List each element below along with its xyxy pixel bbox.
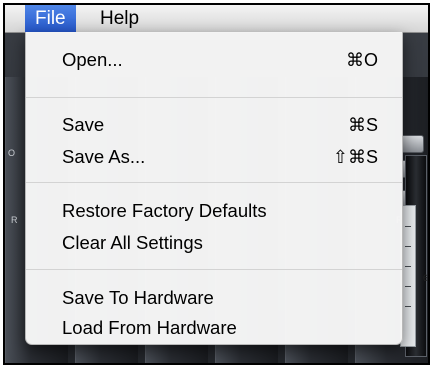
channel-letter: O	[8, 148, 16, 158]
menu-item-load-from-hardware[interactable]: Load From Hardware	[26, 312, 402, 344]
menu-item-open[interactable]: Open... ⌘O	[26, 44, 402, 76]
menu-bar: File Help	[5, 5, 428, 33]
menu-item-label: Save To Hardware	[62, 287, 214, 308]
menu-help[interactable]: Help	[90, 5, 149, 32]
menu-file[interactable]: File	[25, 5, 76, 32]
ruler-tick	[405, 246, 411, 247]
menu-separator	[26, 182, 402, 183]
channel-letter: R	[11, 215, 18, 225]
file-dropdown-menu: Open... ⌘O Save ⌘S Save As... ⇧⌘S Restor…	[25, 32, 403, 345]
ruler-tick	[405, 306, 411, 307]
menu-item-label: Load From Hardware	[62, 317, 237, 338]
menu-item-label: Restore Factory Defaults	[62, 200, 267, 221]
menu-item-clear-settings[interactable]: Clear All Settings	[26, 227, 402, 259]
screenshot-frame: O R R L 6 File Help Open... ⌘O Save ⌘S	[3, 3, 430, 365]
menu-item-label: Save	[62, 114, 105, 135]
menu-item-label: Save As...	[62, 146, 146, 167]
menu-separator	[26, 269, 402, 270]
ruler-tick	[405, 286, 411, 287]
menu-item-label: Open...	[62, 49, 123, 70]
menu-item-save[interactable]: Save ⌘S	[26, 109, 402, 141]
menu-item-save-as[interactable]: Save As... ⇧⌘S	[26, 141, 402, 173]
ruler-tick	[405, 266, 411, 267]
menu-separator	[26, 97, 402, 98]
menu-item-shortcut: ⇧⌘S	[332, 147, 378, 167]
menu-item-shortcut: ⌘S	[347, 115, 378, 135]
menu-item-label: Clear All Settings	[62, 232, 203, 253]
menu-item-shortcut: ⌘O	[345, 50, 378, 70]
menu-item-save-to-hardware[interactable]: Save To Hardware	[26, 282, 402, 314]
knob[interactable]	[400, 135, 424, 153]
ruler-mark: 6	[423, 273, 429, 283]
ruler-tick	[405, 226, 411, 227]
menu-item-restore-defaults[interactable]: Restore Factory Defaults	[26, 195, 402, 227]
